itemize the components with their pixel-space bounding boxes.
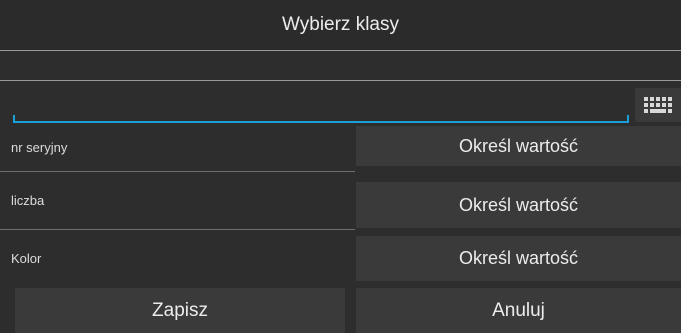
cancel-button[interactable]: Anuluj	[356, 288, 681, 333]
search-input-underline	[13, 121, 629, 123]
search-input[interactable]	[13, 86, 627, 120]
field-label-serial-number: nr seryjny	[11, 139, 68, 155]
list-divider	[0, 80, 681, 81]
select-classes-dialog: Wybierz klasy nr seryjny Określ wartość …	[0, 0, 681, 333]
field-row-quantity: liczba Określ wartość	[0, 172, 681, 229]
field-row-color: Kolor Określ wartość	[0, 230, 681, 286]
field-label-quantity: liczba	[11, 193, 45, 208]
save-button[interactable]: Zapisz	[15, 288, 345, 333]
keyboard-button[interactable]	[635, 88, 681, 122]
color-value-button[interactable]: Określ wartość	[356, 236, 681, 281]
field-label-color: Kolor	[11, 250, 42, 266]
serial-number-value-button[interactable]: Określ wartość	[356, 126, 681, 166]
search-input-underline-left	[13, 115, 15, 123]
empty-list-area	[0, 51, 681, 80]
dialog-title: Wybierz klasy	[0, 0, 681, 50]
search-input-underline-right	[627, 115, 629, 123]
quantity-value-button[interactable]: Określ wartość	[356, 182, 681, 228]
keyboard-icon	[644, 97, 672, 113]
field-row-serial-number: nr seryjny Określ wartość	[0, 124, 681, 170]
